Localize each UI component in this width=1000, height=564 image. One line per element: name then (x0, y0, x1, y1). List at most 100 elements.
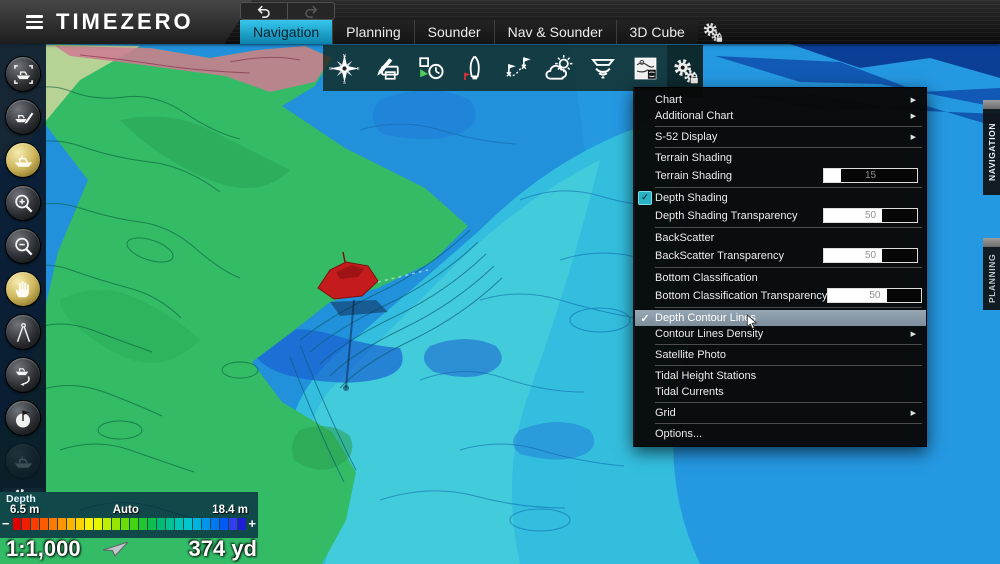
go-to-boat-button[interactable] (5, 357, 41, 393)
menu-separator (655, 344, 922, 345)
undo-redo-group (240, 2, 335, 20)
menu-separator (655, 267, 922, 268)
tab-nav-and-sounder[interactable]: Nav & Sounder (494, 20, 616, 44)
bottom-classification-transparency-slider[interactable]: 50 (827, 288, 922, 303)
zoom-out-button[interactable] (5, 228, 41, 264)
map-toolbar (323, 45, 667, 91)
tool-sidebar (0, 44, 46, 492)
menu-separator (655, 402, 922, 403)
menu-item-s52-display[interactable]: S-52 Display ▶ (635, 129, 926, 145)
workspace-tabbar: Navigation Planning Sounder Nav & Sounde… (240, 20, 728, 44)
colorbar-cell (85, 518, 93, 530)
menu-item-depth-contour-lines[interactable]: ✓ Depth Contour Lines (635, 310, 926, 326)
menu-item-tidal-height-stations[interactable]: Tidal Height Stations (635, 368, 926, 384)
workspace-settings-gears-icon[interactable] (698, 20, 728, 44)
sounder-icon[interactable] (581, 45, 624, 91)
chart-overlay-icon[interactable] (624, 45, 667, 91)
depth-legend-panel: Depth 6.5 m Auto 18.4 m − + (0, 492, 258, 538)
redo-button[interactable] (288, 3, 334, 19)
colorbar-cell (211, 518, 219, 530)
chart-scale: 1:1,000 (6, 536, 81, 562)
header-bar: TIMEZERO Navigation Planning Sounder Nav… (0, 0, 1000, 44)
boat-3d-view-button[interactable] (5, 142, 41, 178)
app-title: TIMEZERO (56, 9, 194, 35)
tab-sounder[interactable]: Sounder (414, 20, 494, 44)
menu-item-depth-shading-transparency: Depth Shading Transparency 50 (635, 206, 926, 225)
submenu-arrow-icon: ▶ (911, 330, 922, 338)
compass-rose-icon[interactable] (323, 45, 366, 91)
terrain-shading-slider[interactable]: 15 (823, 168, 918, 183)
colorbar-cell (202, 518, 210, 530)
zoom-in-button[interactable] (5, 185, 41, 221)
colorbar-cell (49, 518, 57, 530)
menu-item-satellite-photo[interactable]: Satellite Photo (635, 347, 926, 363)
side-tab-cap (983, 238, 1000, 247)
depth-colorbar[interactable] (13, 518, 246, 530)
selection-timer-icon[interactable] (409, 45, 452, 91)
colorbar-cell (184, 518, 192, 530)
depth-scale-plus-button[interactable]: + (248, 518, 256, 530)
colorbar-cell (157, 518, 165, 530)
tab-navigation[interactable]: Navigation (240, 20, 332, 44)
side-tab-planning[interactable]: PLANNING (983, 238, 1000, 310)
menu-item-backscatter[interactable]: BackScatter (635, 230, 926, 246)
menu-item-bottom-classification[interactable]: Bottom Classification (635, 270, 926, 286)
colorbar-cell (220, 518, 228, 530)
menu-separator (655, 423, 922, 424)
submenu-arrow-icon: ▶ (911, 133, 922, 141)
menu-separator (655, 187, 922, 188)
depth-scale-minus-button[interactable]: − (2, 518, 10, 530)
menu-item-additional-chart[interactable]: Additional Chart ▶ (635, 108, 926, 124)
depth-shading-transparency-slider[interactable]: 50 (823, 208, 918, 223)
menu-item-options[interactable]: Options... (635, 426, 926, 442)
colorbar-cell (67, 518, 75, 530)
colorbar-cell (121, 518, 129, 530)
colorbar-cell (130, 518, 138, 530)
menu-item-backscatter-transparency: BackScatter Transparency 50 (635, 246, 926, 265)
route-boat-icon[interactable] (452, 45, 495, 91)
colorbar-cell (40, 518, 48, 530)
side-tab-cap (983, 100, 1000, 109)
measure-dividers-button[interactable] (5, 314, 41, 350)
menu-item-depth-shading[interactable]: ✓ Depth Shading (635, 190, 926, 206)
chart-context-menu: Chart ▶ Additional Chart ▶ S-52 Display … (633, 87, 927, 447)
weather-icon[interactable] (538, 45, 581, 91)
check-icon: ✓ (640, 312, 649, 325)
boat-edit-button[interactable] (5, 99, 41, 135)
marks-flags-icon[interactable] (495, 45, 538, 91)
depth-max-value: 18.4 m (212, 504, 248, 516)
hidden-tool-button[interactable] (5, 443, 41, 479)
depth-min-value: 6.5 m (10, 504, 39, 516)
menu-item-bottom-classification-transparency: Bottom Classification Transparency 50 (635, 286, 926, 305)
hamburger-menu-icon[interactable] (26, 15, 43, 28)
drop-mark-flag-button[interactable] (5, 400, 41, 436)
submenu-arrow-icon: ▶ (911, 409, 922, 417)
colorbar-cell (94, 518, 102, 530)
menu-separator (655, 307, 922, 308)
menu-item-grid[interactable]: Grid ▶ (635, 405, 926, 421)
colorbar-cell (22, 518, 30, 530)
pan-hand-button[interactable] (5, 271, 41, 307)
colorbar-cell (229, 518, 237, 530)
menu-item-tidal-currents[interactable]: Tidal Currents (635, 384, 926, 400)
submenu-arrow-icon: ▶ (911, 96, 922, 104)
undo-button[interactable] (241, 3, 287, 19)
colorbar-cell (139, 518, 147, 530)
tab-planning[interactable]: Planning (332, 20, 414, 44)
center-on-boat-button[interactable] (5, 56, 41, 92)
menu-item-terrain-shading[interactable]: Terrain Shading (635, 150, 926, 166)
menu-separator (655, 147, 922, 148)
menu-item-contour-lines-density[interactable]: Contour Lines Density ▶ (635, 326, 926, 342)
colorbar-cell (166, 518, 174, 530)
colorbar-cell (112, 518, 120, 530)
notes-print-icon[interactable] (366, 45, 409, 91)
depth-mode[interactable]: Auto (113, 504, 139, 516)
side-tab-navigation[interactable]: NAVIGATION (983, 100, 1000, 195)
backscatter-transparency-slider[interactable]: 50 (823, 248, 918, 263)
colorbar-cell (58, 518, 66, 530)
menu-separator (655, 126, 922, 127)
menu-separator (655, 365, 922, 366)
menu-item-chart[interactable]: Chart ▶ (635, 92, 926, 108)
menu-item-terrain-shading-slider: Terrain Shading 15 (635, 166, 926, 185)
tab-3d-cube[interactable]: 3D Cube (616, 20, 698, 44)
